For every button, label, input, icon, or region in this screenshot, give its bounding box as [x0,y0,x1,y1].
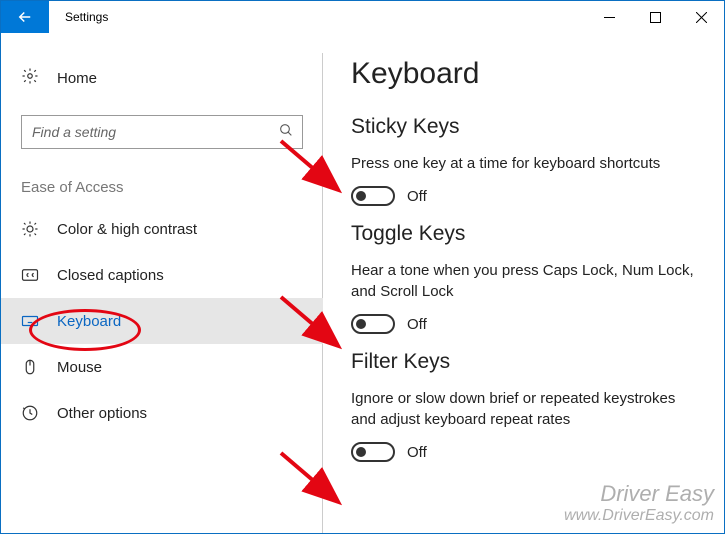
keyboard-icon [21,312,39,330]
maximize-button[interactable] [632,1,678,33]
toggle-knob [356,191,366,201]
sidebar-home[interactable]: Home [1,57,323,99]
mouse-icon [21,358,39,376]
toggle-knob [356,319,366,329]
toggle-filter-keys[interactable] [351,442,395,462]
close-button[interactable] [678,1,724,33]
sidebar-item-label: Color & high contrast [57,221,197,238]
content-pane: Keyboard Sticky Keys Press one key at a … [323,33,724,533]
close-icon [696,12,707,23]
page-title: Keyboard [351,57,696,91]
sidebar-item-label: Keyboard [57,313,121,330]
section-title-sticky-keys: Sticky Keys [351,115,696,139]
sidebar-item-color-contrast[interactable]: Color & high contrast [1,206,323,252]
section-title-filter-keys: Filter Keys [351,350,696,374]
sidebar-item-mouse[interactable]: Mouse [1,344,323,390]
sidebar-item-closed-captions[interactable]: Closed captions [1,252,323,298]
category-label: Ease of Access [1,149,323,206]
sidebar: Home Ease of Access Color & high contras… [1,33,323,533]
sun-icon [21,220,39,238]
minimize-icon [604,12,615,23]
back-button[interactable] [1,1,49,33]
sidebar-item-label: Closed captions [57,267,164,284]
gear-icon [21,67,39,90]
toggle-state-label: Off [407,316,427,333]
search-icon [278,122,294,143]
clock-arrow-icon [21,404,39,422]
section-desc: Hear a tone when you press Caps Lock, Nu… [351,260,696,302]
sidebar-item-keyboard[interactable]: Keyboard [1,298,323,344]
titlebar: Settings [1,1,724,33]
arrow-left-icon [16,8,34,26]
search-input-wrap[interactable] [21,115,303,149]
home-label: Home [57,70,97,87]
window-title: Settings [49,1,108,33]
section-desc: Press one key at a time for keyboard sho… [351,153,696,174]
sidebar-item-other-options[interactable]: Other options [1,390,323,436]
section-title-toggle-keys: Toggle Keys [351,222,696,246]
toggle-sticky-keys[interactable] [351,186,395,206]
search-input[interactable] [32,124,278,140]
maximize-icon [650,12,661,23]
minimize-button[interactable] [586,1,632,33]
sidebar-item-label: Other options [57,405,147,422]
toggle-knob [356,447,366,457]
toggle-state-label: Off [407,444,427,461]
toggle-toggle-keys[interactable] [351,314,395,334]
cc-icon [21,266,39,284]
section-desc: Ignore or slow down brief or repeated ke… [351,388,696,430]
sidebar-item-label: Mouse [57,359,102,376]
toggle-state-label: Off [407,188,427,205]
